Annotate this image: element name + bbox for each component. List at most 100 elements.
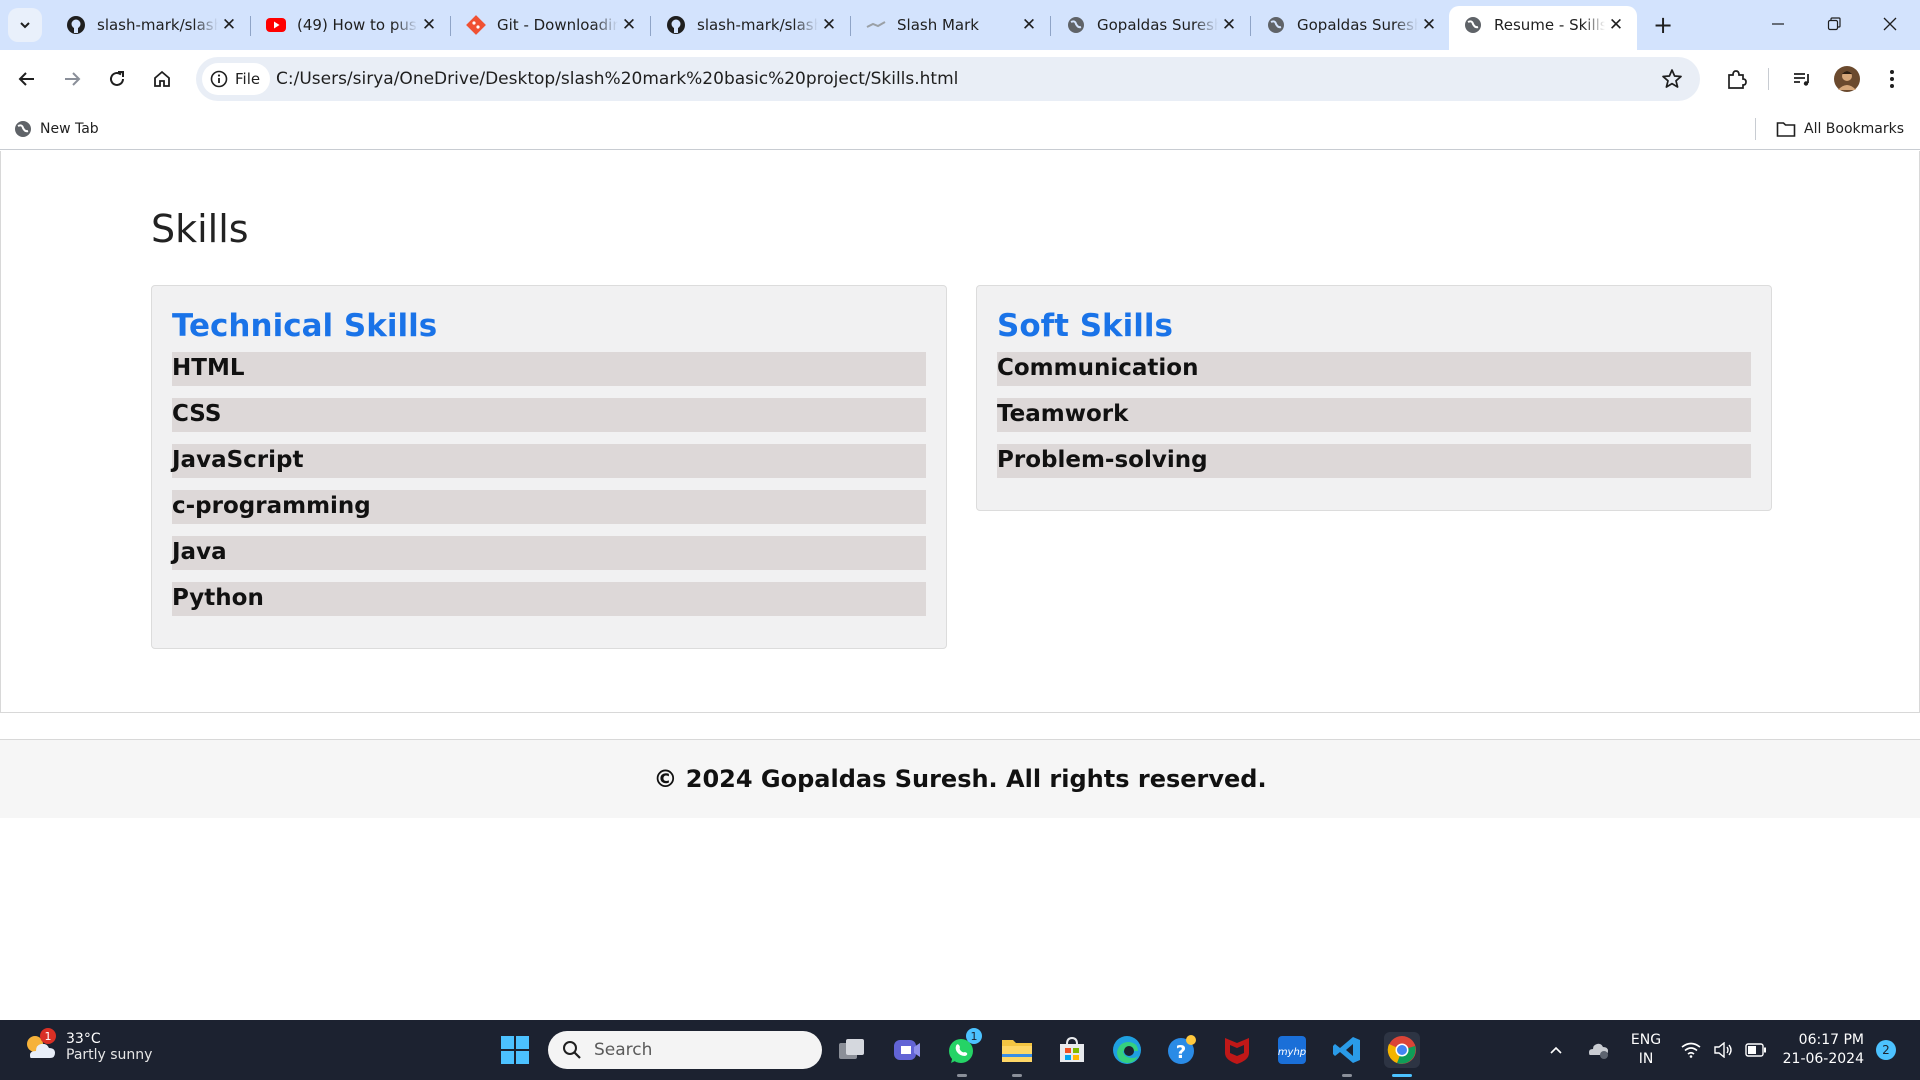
close-icon[interactable]: ✕ bbox=[1605, 14, 1627, 36]
search-placeholder: Search bbox=[594, 1040, 653, 1060]
menu-button[interactable] bbox=[1874, 61, 1910, 97]
toolbar-divider bbox=[1768, 68, 1769, 90]
close-icon bbox=[1883, 17, 1897, 31]
close-window-button[interactable] bbox=[1862, 0, 1918, 48]
tab-title: slash-mark/slash bbox=[97, 16, 218, 34]
onedrive-tray-button[interactable] bbox=[1580, 1032, 1616, 1068]
tab-youtube[interactable]: (49) How to push ✕ bbox=[252, 6, 451, 44]
language-code: ENG bbox=[1630, 1032, 1662, 1048]
taskbar-search[interactable]: Search bbox=[548, 1031, 822, 1069]
tab-separator bbox=[450, 16, 451, 36]
weather-icon: 1 bbox=[22, 1028, 56, 1064]
whatsapp-button[interactable]: 1 bbox=[944, 1028, 982, 1077]
start-button[interactable] bbox=[497, 1032, 533, 1068]
page-title: Skills bbox=[151, 207, 249, 251]
reload-button[interactable] bbox=[99, 61, 135, 97]
reload-icon bbox=[110, 71, 124, 86]
chevron-up-icon bbox=[1550, 1046, 1562, 1054]
tab-gopaldas-1[interactable]: Gopaldas Suresh ✕ bbox=[1052, 6, 1251, 44]
tab-github-1[interactable]: slash-mark/slash ✕ bbox=[52, 6, 251, 44]
running-indicator bbox=[1342, 1074, 1352, 1077]
close-icon[interactable]: ✕ bbox=[1418, 14, 1440, 36]
arrow-left-icon bbox=[18, 72, 34, 86]
get-help-button[interactable]: ? bbox=[1164, 1032, 1200, 1068]
skill-item: HTML bbox=[172, 352, 926, 386]
tab-separator bbox=[650, 16, 651, 36]
vscode-button[interactable] bbox=[1329, 1032, 1365, 1077]
new-tab-button[interactable]: + bbox=[1648, 10, 1678, 40]
restore-button[interactable] bbox=[1806, 0, 1862, 48]
url-text[interactable]: C:/Users/sirya/OneDrive/Desktop/slash%20… bbox=[276, 69, 958, 89]
clock[interactable]: 06:17 PM 21-06-2024 bbox=[1774, 1031, 1864, 1069]
show-hidden-icons-button[interactable] bbox=[1538, 1032, 1574, 1068]
extensions-button[interactable] bbox=[1718, 61, 1754, 97]
weather-widget[interactable]: 1 33°C Partly sunny bbox=[22, 1028, 153, 1064]
clock-time: 06:17 PM bbox=[1798, 1032, 1864, 1048]
soft-skills-title: Soft Skills bbox=[997, 308, 1173, 344]
globe-icon bbox=[15, 121, 31, 137]
tab-slashmark[interactable]: Slash Mark ✕ bbox=[852, 6, 1051, 44]
forward-button[interactable] bbox=[54, 61, 90, 97]
close-icon[interactable]: ✕ bbox=[818, 14, 840, 36]
skill-item: c-programming bbox=[172, 490, 926, 524]
info-icon bbox=[210, 70, 228, 88]
teams-button[interactable] bbox=[889, 1032, 925, 1068]
store-icon bbox=[1060, 1036, 1084, 1062]
tab-github-2[interactable]: slash-mark/slash ✕ bbox=[652, 6, 851, 44]
git-icon bbox=[466, 15, 486, 35]
edge-button[interactable] bbox=[1109, 1032, 1145, 1068]
address-bar[interactable]: File C:/Users/sirya/OneDrive/Desktop/sla… bbox=[196, 57, 1700, 101]
tab-title: Gopaldas Suresh bbox=[1097, 16, 1218, 34]
whatsapp-badge: 1 bbox=[966, 1028, 982, 1044]
chrome-button[interactable] bbox=[1384, 1032, 1420, 1077]
mcafee-shield-icon bbox=[1225, 1038, 1249, 1064]
language-indicator[interactable]: ENG IN bbox=[1626, 1031, 1666, 1069]
folder-icon bbox=[1776, 122, 1796, 137]
browser-toolbar: File C:/Users/sirya/OneDrive/Desktop/sla… bbox=[0, 50, 1920, 108]
tab-gopaldas-2[interactable]: Gopaldas Suresh ✕ bbox=[1252, 6, 1450, 44]
file-explorer-button[interactable] bbox=[999, 1032, 1035, 1077]
close-icon[interactable]: ✕ bbox=[618, 14, 640, 36]
close-icon[interactable]: ✕ bbox=[1018, 14, 1040, 36]
arrow-right-icon bbox=[65, 72, 81, 86]
back-button[interactable] bbox=[9, 61, 45, 97]
skill-item: Communication bbox=[997, 352, 1751, 386]
weather-condition: Partly sunny bbox=[66, 1047, 153, 1063]
weather-badge: 1 bbox=[40, 1028, 56, 1044]
mcafee-button[interactable] bbox=[1219, 1032, 1255, 1068]
youtube-icon bbox=[266, 15, 286, 35]
site-info-label: File bbox=[235, 70, 261, 88]
close-icon[interactable]: ✕ bbox=[418, 14, 440, 36]
myhp-button[interactable]: myhp bbox=[1274, 1032, 1310, 1068]
microsoft-store-button[interactable] bbox=[1054, 1032, 1090, 1068]
skill-item: Python bbox=[172, 582, 926, 616]
tab-resume-skills[interactable]: Resume - Skills ✕ bbox=[1449, 6, 1637, 50]
system-tray-status[interactable] bbox=[1674, 1032, 1774, 1068]
bookmark-new-tab[interactable]: New Tab bbox=[14, 116, 99, 142]
all-bookmarks-button[interactable]: All Bookmarks bbox=[1776, 116, 1904, 142]
profile-avatar-button[interactable] bbox=[1829, 61, 1865, 97]
media-control-button[interactable] bbox=[1784, 61, 1820, 97]
home-button[interactable] bbox=[144, 61, 180, 97]
tab-search-button[interactable] bbox=[8, 8, 42, 42]
skill-item: CSS bbox=[172, 398, 926, 432]
restore-icon bbox=[1827, 17, 1841, 31]
tab-title: Git - Downloadin bbox=[497, 16, 618, 34]
tab-title: Slash Mark bbox=[897, 16, 979, 34]
bookmark-star-icon[interactable] bbox=[1660, 67, 1684, 91]
skill-item: Teamwork bbox=[997, 398, 1751, 432]
minimize-button[interactable] bbox=[1750, 0, 1806, 48]
home-icon bbox=[154, 70, 170, 87]
close-icon[interactable]: ✕ bbox=[1218, 14, 1240, 36]
github-icon bbox=[666, 15, 686, 35]
windows-taskbar: 1 33°C Partly sunny Search 1 ? myhp ENG … bbox=[0, 1020, 1920, 1080]
tab-title: Gopaldas Suresh bbox=[1297, 16, 1418, 34]
site-info-chip[interactable]: File bbox=[202, 63, 271, 95]
puzzle-icon bbox=[1728, 70, 1747, 89]
vscode-icon bbox=[1333, 1037, 1360, 1063]
close-icon[interactable]: ✕ bbox=[218, 14, 240, 36]
tab-git[interactable]: Git - Downloadin ✕ bbox=[452, 6, 651, 44]
task-view-button[interactable] bbox=[834, 1032, 870, 1068]
all-bookmarks-label: All Bookmarks bbox=[1804, 121, 1905, 137]
notification-badge[interactable]: 2 bbox=[1876, 1040, 1896, 1060]
